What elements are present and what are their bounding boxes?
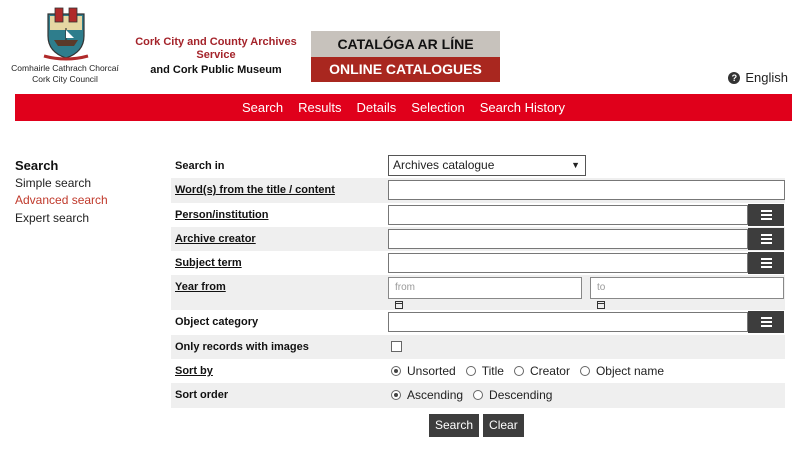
sortorder-radio-ascending[interactable] (391, 390, 401, 401)
row-person: Person/institution (171, 203, 785, 227)
sidebar-item-expert-search[interactable]: Expert search (15, 210, 108, 228)
search-in-value: Archives catalogue (393, 158, 495, 172)
row-year: Year from from to (171, 275, 785, 311)
nav-results[interactable]: Results (298, 100, 341, 115)
row-search-in: Search in Archives catalogue ▼ (171, 154, 785, 178)
sortby-options: Unsorted Title Creator Object name (391, 364, 674, 378)
nav-search[interactable]: Search (242, 100, 283, 115)
row-images: Only records with images (171, 334, 785, 360)
form-buttons: Search Clear (429, 414, 524, 437)
sortorder-radio-descending[interactable] (473, 390, 484, 401)
images-label: Only records with images (175, 340, 309, 353)
sortby-option-label: Unsorted (407, 364, 456, 379)
council-name-ga: Comhairle Cathrach Chorcaí (11, 63, 119, 73)
year-label[interactable]: Year from (175, 281, 226, 293)
creator-input[interactable] (388, 228, 748, 249)
creator-list-button[interactable] (748, 227, 784, 250)
search-button[interactable]: Search (429, 414, 480, 437)
calendar-icon[interactable] (395, 301, 403, 310)
nav-selection[interactable]: Selection (411, 100, 464, 115)
sortby-option-label: Title (481, 364, 504, 379)
museum-title: and Cork Public Museum (150, 64, 282, 76)
sidebar-item-advanced-search[interactable]: Advanced search (15, 192, 108, 210)
list-icon (760, 258, 772, 261)
sortby-option-label: Creator (529, 364, 570, 379)
sortby-radio-unsorted[interactable] (391, 366, 401, 377)
row-subject: Subject term (171, 251, 785, 275)
object-label: Object category (175, 316, 259, 329)
chevron-down-icon: ▼ (571, 160, 580, 170)
creator-label[interactable]: Archive creator (175, 233, 256, 245)
row-sort-order: Sort order Ascending Descending (171, 383, 785, 408)
images-checkbox[interactable] (391, 340, 402, 352)
language-switch[interactable]: ? English (728, 70, 788, 85)
list-icon (760, 317, 772, 320)
search-in-select[interactable]: Archives catalogue ▼ (388, 155, 586, 176)
search-in-label: Search in (175, 160, 225, 172)
clear-button[interactable]: Clear (483, 414, 524, 437)
archives-title: Cork City and County Archives Service (135, 36, 297, 61)
subject-list-button[interactable] (748, 252, 784, 275)
year-from-input[interactable]: from (388, 277, 582, 300)
sidebar-item-simple-search[interactable]: Simple search (15, 175, 108, 193)
nav-search-history[interactable]: Search History (480, 100, 565, 115)
catalogues-irish-banner: CATALÓGA AR LÍNE (311, 31, 500, 57)
row-words: Word(s) from the title / content (171, 178, 785, 203)
main-nav: Search Results Details Selection Search … (15, 94, 792, 121)
person-input[interactable] (388, 204, 748, 225)
subject-label[interactable]: Subject term (175, 257, 242, 269)
calendar-icon[interactable] (597, 301, 605, 310)
catalogues-english-banner: ONLINE CATALOGUES (311, 57, 500, 82)
sortorder-options: Ascending Descending (391, 388, 562, 402)
sortorder-option-label: Descending (489, 388, 553, 403)
language-label: English (745, 70, 788, 85)
object-list-button[interactable] (748, 311, 784, 334)
sortby-radio-creator[interactable] (513, 366, 524, 377)
words-input[interactable] (388, 180, 785, 201)
person-list-button[interactable] (748, 203, 784, 226)
nav-details[interactable]: Details (357, 100, 397, 115)
object-input[interactable] (388, 312, 748, 333)
row-sort-by: Sort by Unsorted Title Creator Object na… (171, 359, 785, 383)
sortby-label[interactable]: Sort by (175, 365, 213, 377)
person-label[interactable]: Person/institution (175, 209, 269, 221)
subject-input[interactable] (388, 253, 748, 274)
sortorder-option-label: Ascending (407, 388, 464, 403)
sortby-radio-object-name[interactable] (579, 366, 590, 377)
sortorder-label: Sort order (175, 389, 229, 402)
words-label[interactable]: Word(s) from the title / content (175, 184, 335, 196)
council-name: Comhairle Cathrach Chorcaí Cork City Cou… (6, 63, 124, 85)
council-crest-logo (43, 7, 89, 61)
council-name-en: Cork City Council (32, 74, 98, 84)
row-creator: Archive creator (171, 226, 785, 252)
row-object: Object category (171, 310, 785, 334)
help-icon: ? (728, 71, 741, 84)
list-icon (760, 233, 772, 236)
sidebar: Search Simple search Advanced search Exp… (15, 157, 108, 227)
sortby-option-label: Object name (595, 364, 664, 379)
list-icon (760, 209, 772, 212)
sortby-radio-title[interactable] (465, 366, 476, 377)
year-to-input[interactable]: to (590, 277, 784, 300)
sidebar-heading: Search (15, 158, 59, 173)
advanced-search-form: Search in Archives catalogue ▼ Word(s) f… (171, 154, 785, 408)
